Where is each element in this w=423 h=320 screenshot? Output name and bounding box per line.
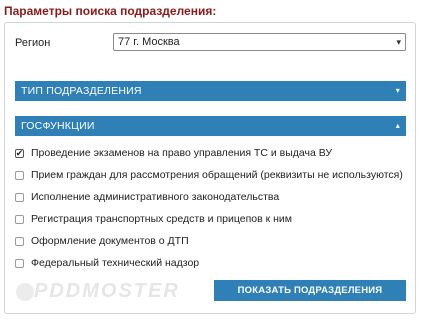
service-checkbox-2[interactable] — [15, 192, 24, 202]
service-label: Проведение экзаменов на право управления… — [31, 147, 333, 159]
chevron-down-icon: ▾ — [396, 37, 401, 47]
service-option[interactable]: Прием граждан для рассмотрения обращений… — [15, 164, 410, 186]
chevron-up-icon: ▴ — [395, 121, 400, 130]
service-label: Регистрация транспортных средств и прице… — [31, 213, 292, 225]
watermark: PDDMOSTER — [34, 280, 180, 302]
chevron-down-icon: ▾ — [395, 86, 400, 95]
service-label: Федеральный технический надзор — [31, 257, 200, 269]
service-option[interactable]: ✔ Проведение экзаменов на право управлен… — [15, 142, 410, 164]
region-label: Регион — [15, 37, 51, 49]
section-gos-label: ГОСФУНКЦИИ — [21, 120, 95, 132]
region-selected-value: 77 г. Москва — [118, 36, 180, 48]
services-checklist: ✔ Проведение экзаменов на право управлен… — [15, 142, 410, 274]
service-label: Исполнение административного законодател… — [31, 191, 280, 203]
service-checkbox-4[interactable] — [15, 236, 24, 246]
service-label: Прием граждан для рассмотрения обращений… — [31, 169, 403, 181]
service-checkbox-1[interactable] — [15, 170, 24, 180]
service-label: Оформление документов о ДТП — [31, 235, 189, 247]
section-gos-header[interactable]: ГОСФУНКЦИИ ▴ — [15, 116, 406, 136]
service-option[interactable]: Исполнение административного законодател… — [15, 186, 410, 208]
service-option[interactable]: Оформление документов о ДТП — [15, 230, 410, 252]
service-checkbox-5[interactable] — [15, 258, 24, 268]
show-departments-button[interactable]: ПОКАЗАТЬ ПОДРАЗДЕЛЕНИЯ — [214, 280, 406, 301]
service-option[interactable]: Федеральный технический надзор — [15, 252, 410, 274]
service-option[interactable]: Регистрация транспортных средств и прице… — [15, 208, 410, 230]
watermark-logo-icon — [16, 283, 34, 301]
service-checkbox-3[interactable] — [15, 214, 24, 224]
section-type-label: ТИП ПОДРАЗДЕЛЕНИЯ — [21, 85, 142, 97]
page-title: Параметры поиска подразделения: — [4, 4, 217, 18]
section-type-header[interactable]: ТИП ПОДРАЗДЕЛЕНИЯ ▾ — [15, 81, 406, 101]
service-checkbox-0[interactable]: ✔ — [15, 148, 24, 158]
region-select[interactable]: 77 г. Москва ▾ — [113, 33, 406, 51]
